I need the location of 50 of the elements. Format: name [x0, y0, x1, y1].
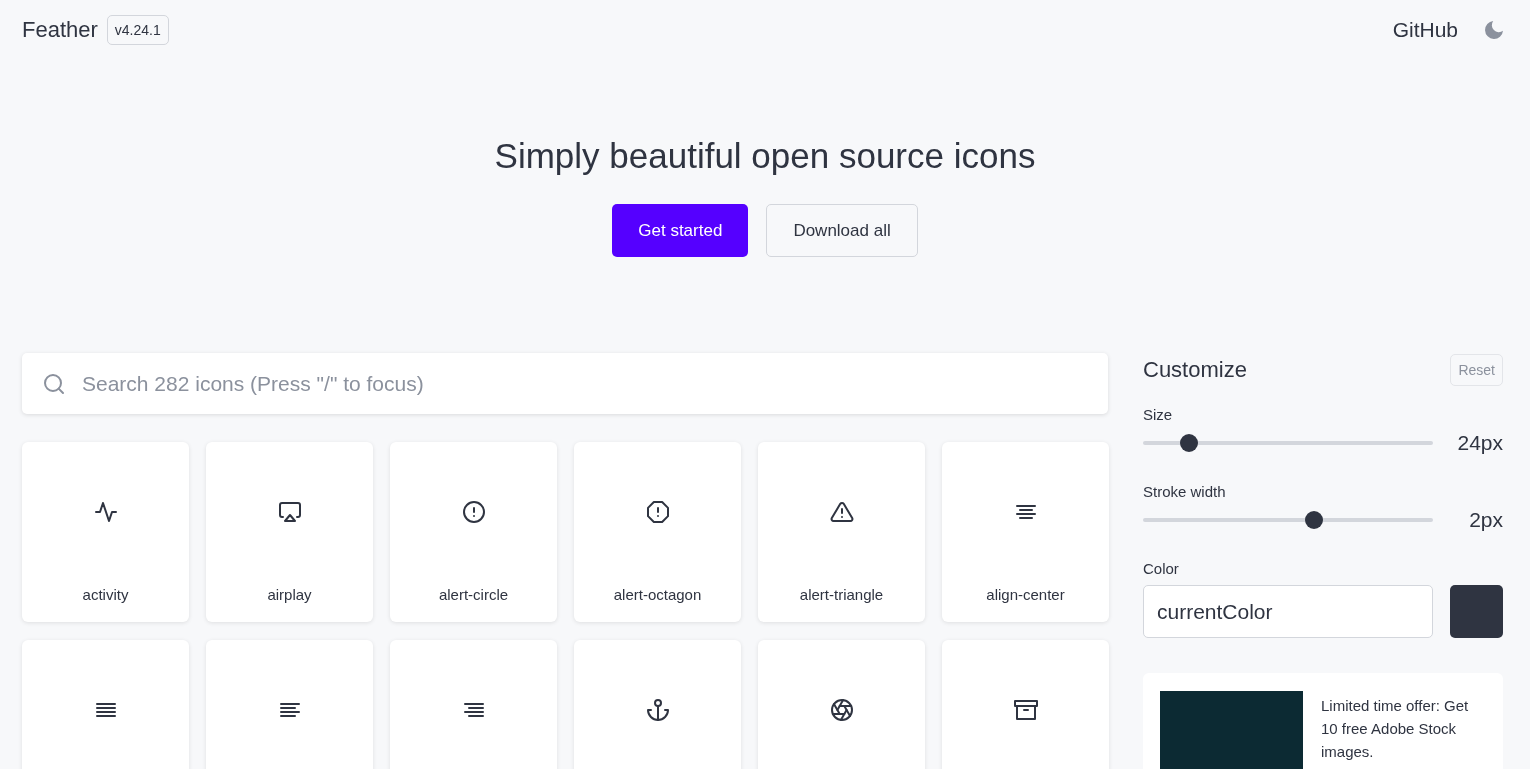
icon-tile[interactable]	[22, 640, 189, 769]
get-started-button[interactable]: Get started	[612, 204, 749, 257]
ad-text[interactable]: Limited time offer: Get 10 free Adobe Stock images.	[1321, 694, 1486, 769]
slider-value: 24px	[1457, 431, 1503, 455]
search-input[interactable]: Search 282 icons (Press "/" to focus)	[80, 370, 1088, 397]
icon-tile[interactable]: align-center	[942, 442, 1109, 622]
slider-thumb[interactable]	[1305, 511, 1324, 529]
icon-name: activity	[82, 586, 129, 603]
exclamation-octagon-icon	[645, 500, 670, 524]
field-label: Color	[1143, 560, 1180, 577]
aperture-icon	[829, 698, 854, 722]
slider-track[interactable]	[1143, 434, 1433, 452]
icon-tile[interactable]	[206, 640, 373, 769]
icon-tile[interactable]: airplay	[206, 442, 373, 622]
icon-name: alert-triangle	[799, 586, 884, 603]
icon-tile[interactable]	[574, 640, 741, 769]
screen-triangle-icon	[277, 500, 302, 524]
search-icon	[42, 371, 66, 396]
pulse-line-icon	[93, 500, 118, 524]
icon-tile[interactable]: alert-triangle	[758, 442, 925, 622]
site-logo-text[interactable]: Feather	[22, 17, 98, 43]
anchor-icon	[645, 698, 670, 722]
slider-value: 2px	[1469, 508, 1503, 532]
warning-icon	[829, 500, 854, 524]
icon-name: alert-octagon	[613, 586, 702, 603]
icon-tile[interactable]	[942, 640, 1109, 769]
icon-tile[interactable]: alert-circle	[390, 442, 557, 622]
icon-tile[interactable]: activity	[22, 442, 189, 622]
icon-name: alert-circle	[438, 586, 509, 603]
version-badge: v4.24.1	[106, 15, 169, 45]
download-button[interactable]: Download all	[766, 204, 918, 257]
moon-icon[interactable]	[1482, 18, 1506, 42]
icon-tile[interactable]	[390, 640, 557, 769]
field-label: Size	[1143, 406, 1174, 423]
slider-thumb[interactable]	[1180, 434, 1199, 452]
icon-name: align-center	[986, 586, 1065, 603]
photo-placeholder[interactable]	[1160, 691, 1303, 769]
hero-heading: Simply beautiful open source icons	[494, 136, 1036, 176]
icon-tile[interactable]	[758, 640, 925, 769]
icon-tile[interactable]: alert-octagon	[574, 442, 741, 622]
slider-track[interactable]	[1143, 511, 1433, 529]
exclamation-circle-icon	[461, 500, 486, 524]
panel-heading: Customize	[1143, 357, 1247, 383]
color-input[interactable]: currentColor	[1143, 585, 1433, 638]
field-label: Stroke width	[1143, 483, 1227, 500]
search-bar[interactable]: Search 282 icons (Press "/" to focus)	[22, 353, 1108, 414]
box-icon	[1013, 698, 1038, 722]
nav-link[interactable]: GitHub	[1392, 18, 1458, 42]
icon-name: airplay	[267, 586, 312, 603]
color-swatch[interactable]	[1450, 585, 1503, 638]
